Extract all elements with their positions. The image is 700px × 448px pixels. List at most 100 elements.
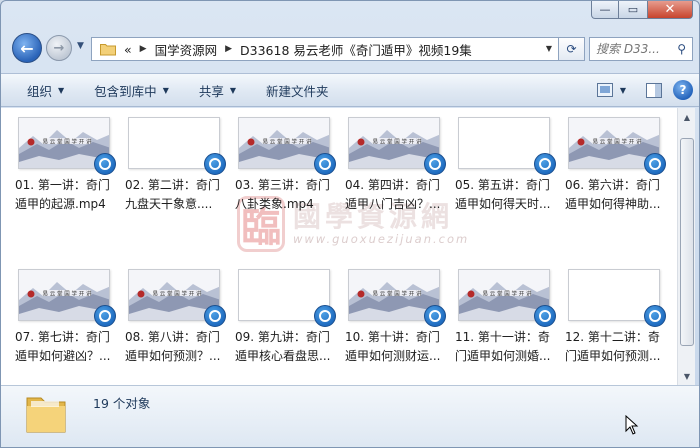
caption-buttons: — ▭ ✕ xyxy=(591,1,693,19)
preview-pane-icon xyxy=(646,82,662,98)
chevron-right-icon[interactable]: ▶ xyxy=(225,44,232,54)
address-bar[interactable]: « ▶ 国学资源网 ▶ D33618 易云老师《奇门遁甲》视频19集 ▼ xyxy=(91,37,559,61)
maximize-button[interactable]: ▭ xyxy=(619,1,647,19)
file-name: 07. 第七讲：奇门 遁甲如何避凶？... xyxy=(15,328,123,366)
file-name: 03. 第三讲：奇门 八卦类象.mp4 xyxy=(235,176,343,214)
view-icon xyxy=(597,83,613,97)
minimize-icon: — xyxy=(599,3,611,16)
file-item[interactable]: 易 云 堂 国 学 开 讲 07. 第七讲：奇门 遁甲如何避凶？... xyxy=(15,269,125,385)
close-icon: ✕ xyxy=(664,2,676,17)
breadcrumb-item-current[interactable]: D33618 易云老师《奇门遁甲》视频19集 xyxy=(240,40,472,59)
media-player-icon xyxy=(644,153,666,175)
file-name-line: 01. 第一讲：奇门 xyxy=(15,178,110,192)
close-button[interactable]: ✕ xyxy=(647,1,693,19)
file-name-line: 遁甲如何测财运... xyxy=(345,349,441,363)
file-item[interactable]: 易 云 堂 国 学 开 讲 11. 第十一讲：奇 门遁甲如何测婚... xyxy=(455,269,565,385)
file-item[interactable]: 易 云 堂 国 学 开 讲 06. 第六讲：奇门 遁甲如何得神助... xyxy=(565,117,675,269)
file-item[interactable]: 09. 第九讲：奇门 遁甲核心看盘思... xyxy=(235,269,345,385)
mouse-cursor-icon xyxy=(625,415,639,435)
file-name: 01. 第一讲：奇门 遁甲的起源.mp4 xyxy=(15,176,123,214)
include-library-menu[interactable]: 包含到库中 ▼ xyxy=(86,78,177,102)
back-arrow-icon: ← xyxy=(20,38,34,58)
svg-text:易 云 堂 国 学 开 讲: 易 云 堂 国 学 开 讲 xyxy=(593,138,642,146)
change-view-button[interactable] xyxy=(593,79,617,101)
help-button[interactable]: ? xyxy=(673,80,693,100)
file-name-line: 遁甲八门吉凶？... xyxy=(345,197,441,211)
svg-text:易 云 堂 国 学 开 讲: 易 云 堂 国 学 开 讲 xyxy=(373,290,422,298)
file-grid: 易 云 堂 国 学 开 讲 01. 第一讲：奇门 遁甲的起源.mp4 02. 第二讲… xyxy=(15,117,675,385)
media-player-icon xyxy=(204,305,226,327)
file-item[interactable]: 12. 第十二讲：奇 门遁甲如何预测... xyxy=(565,269,675,385)
preview-pane-button[interactable] xyxy=(643,79,665,101)
file-name-line: 门遁甲如何预测... xyxy=(565,349,661,363)
file-name-line: 12. 第十二讲：奇 xyxy=(565,330,660,344)
file-name: 02. 第二讲：奇门 九盘天干象意.... xyxy=(125,176,233,214)
file-item[interactable]: 02. 第二讲：奇门 九盘天干象意.... xyxy=(125,117,235,269)
new-folder-label: 新建文件夹 xyxy=(266,83,329,99)
breadcrumb-overflow[interactable]: « xyxy=(124,42,132,57)
file-name: 06. 第六讲：奇门 遁甲如何得神助... xyxy=(565,176,673,214)
organize-label: 组织 xyxy=(27,83,53,99)
file-name: 08. 第八讲：奇门 遁甲如何预测？... xyxy=(125,328,233,366)
folder-icon xyxy=(26,397,66,433)
search-input[interactable] xyxy=(596,42,670,56)
media-player-icon xyxy=(94,305,116,327)
file-name: 10. 第十讲：奇门 遁甲如何测财运... xyxy=(345,328,453,366)
media-player-icon xyxy=(644,305,666,327)
file-name: 05. 第五讲：奇门 遁甲如何得天时... xyxy=(455,176,563,214)
back-button[interactable]: ← xyxy=(12,33,42,63)
file-name-line: 九盘天干象意.... xyxy=(125,197,213,211)
file-item[interactable]: 易 云 堂 国 学 开 讲 04. 第四讲：奇门 遁甲八门吉凶？... xyxy=(345,117,455,269)
navigation-bar: ← → ▼ « ▶ 国学资源网 ▶ D33618 易云老师《奇门遁甲》视频19集… xyxy=(1,31,699,67)
media-player-icon xyxy=(424,305,446,327)
item-count: 19 个对象 xyxy=(93,396,151,411)
file-name: 12. 第十二讲：奇 门遁甲如何预测... xyxy=(565,328,673,366)
search-box[interactable]: ⚲ xyxy=(589,37,693,61)
organize-menu[interactable]: 组织 ▼ xyxy=(19,78,72,102)
media-player-icon xyxy=(314,153,336,175)
share-menu[interactable]: 共享 ▼ xyxy=(191,78,244,102)
recent-pages-button[interactable]: ▼ xyxy=(77,41,84,51)
maximize-icon: ▭ xyxy=(627,3,639,16)
file-item[interactable]: 易 云 堂 国 学 开 讲 01. 第一讲：奇门 遁甲的起源.mp4 xyxy=(15,117,125,269)
svg-text:易 云 堂 国 学 开 讲: 易 云 堂 国 学 开 讲 xyxy=(43,138,92,146)
address-dropdown-icon[interactable]: ▼ xyxy=(546,44,552,53)
details-pane: 19 个对象 xyxy=(1,385,699,447)
chevron-down-icon: ▼ xyxy=(58,85,65,95)
file-view[interactable]: 臨 國學資源網 www.guoxuezijuan.com 易 云 堂 国 学 开… xyxy=(1,108,677,385)
new-folder-button[interactable]: 新建文件夹 xyxy=(258,78,337,102)
file-name-line: 05. 第五讲：奇门 xyxy=(455,178,550,192)
search-icon[interactable]: ⚲ xyxy=(677,42,686,56)
view-options-dropdown[interactable]: ▼ xyxy=(617,86,629,95)
forward-arrow-icon: → xyxy=(53,40,65,56)
file-name-line: 11. 第十一讲：奇 xyxy=(455,330,550,344)
file-name-line: 06. 第六讲：奇门 xyxy=(565,178,660,192)
command-bar: 组织 ▼ 包含到库中 ▼ 共享 ▼ 新建文件夹 ▼ ? xyxy=(1,73,699,107)
media-player-icon xyxy=(534,153,556,175)
vertical-scrollbar[interactable]: ▲ ▼ xyxy=(677,108,695,385)
chevron-right-icon[interactable]: ▶ xyxy=(140,44,147,54)
file-name-line: 10. 第十讲：奇门 xyxy=(345,330,440,344)
file-item[interactable]: 易 云 堂 国 学 开 讲 08. 第八讲：奇门 遁甲如何预测？... xyxy=(125,269,235,385)
include-library-label: 包含到库中 xyxy=(94,83,157,99)
media-player-icon xyxy=(94,153,116,175)
svg-text:易 云 堂 国 学 开 讲: 易 云 堂 国 学 开 讲 xyxy=(263,138,312,146)
share-label: 共享 xyxy=(198,83,224,99)
file-name-line: 遁甲如何得神助... xyxy=(565,197,661,211)
chevron-down-icon: ▼ xyxy=(162,85,169,95)
minimize-button[interactable]: — xyxy=(591,1,619,19)
breadcrumb-item[interactable]: 国学资源网 xyxy=(155,40,218,59)
scrollbar-thumb[interactable] xyxy=(680,138,694,346)
scroll-up-icon[interactable]: ▲ xyxy=(680,110,694,124)
explorer-window: — ▭ ✕ ← → ▼ « ▶ 国学资源网 ▶ D33618 易云老师《奇门遁甲… xyxy=(0,0,700,448)
refresh-button[interactable]: ⟳ xyxy=(559,37,585,61)
forward-button[interactable]: → xyxy=(46,35,72,61)
media-player-icon xyxy=(314,305,336,327)
media-player-icon xyxy=(534,305,556,327)
file-item[interactable]: 易 云 堂 国 学 开 讲 10. 第十讲：奇门 遁甲如何测财运... xyxy=(345,269,455,385)
file-name-line: 07. 第七讲：奇门 xyxy=(15,330,110,344)
file-name: 04. 第四讲：奇门 遁甲八门吉凶？... xyxy=(345,176,453,214)
file-item[interactable]: 05. 第五讲：奇门 遁甲如何得天时... xyxy=(455,117,565,269)
file-item[interactable]: 易 云 堂 国 学 开 讲 03. 第三讲：奇门 八卦类象.mp4 xyxy=(235,117,345,269)
scroll-down-icon[interactable]: ▼ xyxy=(680,369,694,383)
